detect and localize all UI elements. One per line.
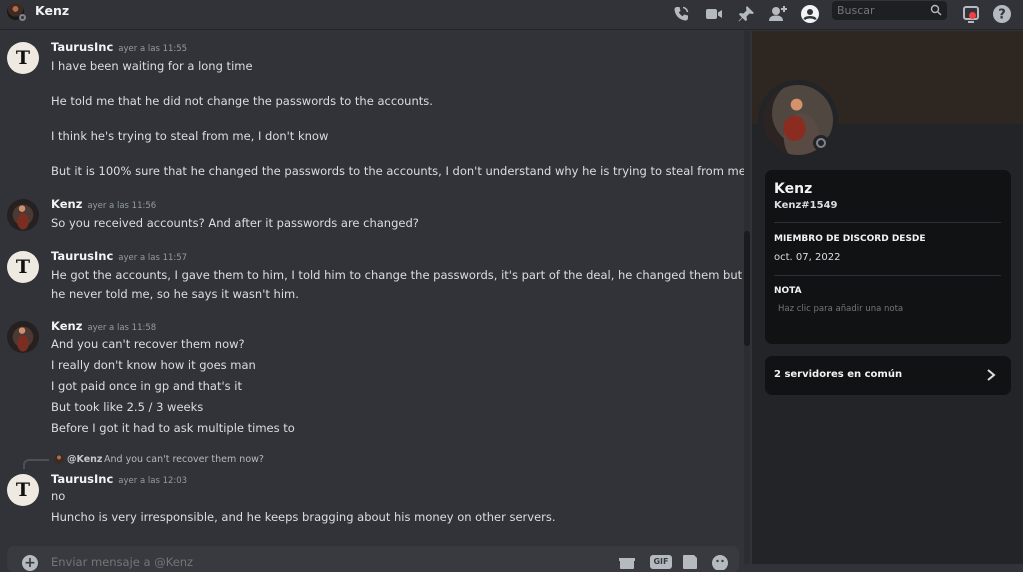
message-author[interactable]: TaurusInc bbox=[51, 472, 113, 486]
user-profile-icon[interactable] bbox=[800, 4, 820, 24]
help-icon[interactable]: ? bbox=[992, 4, 1012, 24]
reply-author[interactable]: @Kenz bbox=[67, 454, 102, 465]
message-text: But took like 2.5 / 3 weeks bbox=[51, 400, 204, 414]
message-input[interactable] bbox=[51, 555, 351, 569]
status-offline-icon bbox=[813, 135, 829, 151]
notification-badge bbox=[969, 12, 976, 19]
message-author[interactable]: TaurusInc bbox=[51, 40, 113, 54]
gif-picker-icon[interactable]: GIF bbox=[650, 555, 672, 569]
user-profile-panel: Kenz Kenz#1549 MIEMBRO DE DISCORD DESDE … bbox=[752, 31, 1023, 564]
sticker-icon[interactable] bbox=[681, 554, 699, 570]
add-friends-to-dm-icon[interactable] bbox=[768, 4, 788, 24]
avatar[interactable]: T bbox=[7, 251, 39, 283]
search-box[interactable] bbox=[832, 1, 947, 20]
message-text: And you can't recover them now? bbox=[51, 337, 245, 351]
dm-title: Kenz bbox=[35, 3, 70, 18]
message-text: But it is 100% sure that he changed the … bbox=[51, 164, 744, 178]
avatar[interactable]: T bbox=[7, 474, 39, 506]
message-author[interactable]: TaurusInc bbox=[51, 249, 113, 263]
message-text: I really don't know how it goes man bbox=[51, 358, 256, 372]
mutual-servers-label: 2 servidores en común bbox=[774, 369, 903, 380]
profile-info-card: Kenz Kenz#1549 MIEMBRO DE DISCORD DESDE … bbox=[765, 170, 1011, 344]
message-timestamp: ayer a las 11:55 bbox=[118, 44, 188, 54]
message-text: I got paid once in gp and that's it bbox=[51, 379, 242, 393]
profile-display-name: Kenz bbox=[774, 181, 813, 197]
emoji-icon[interactable] bbox=[711, 554, 729, 570]
channel-header: Kenz ? bbox=[0, 0, 1023, 30]
message-timestamp: ayer a las 11:57 bbox=[118, 253, 188, 263]
add-attachment-icon[interactable]: + bbox=[22, 555, 38, 571]
pinned-messages-icon[interactable] bbox=[736, 4, 756, 24]
voice-call-icon[interactable] bbox=[671, 4, 691, 24]
scrollbar-thumb[interactable] bbox=[744, 231, 750, 346]
message-author[interactable]: Kenz bbox=[51, 197, 82, 211]
message-text: no bbox=[51, 489, 66, 503]
chevron-right-icon bbox=[984, 367, 998, 383]
member-since-heading: MIEMBRO DE DISCORD DESDE bbox=[774, 234, 926, 244]
member-since-date: oct. 07, 2022 bbox=[774, 252, 841, 263]
divider bbox=[774, 222, 1001, 223]
message-text: Huncho is very irresponsible, and he kee… bbox=[51, 510, 556, 524]
message-text: I have been waiting for a long time bbox=[51, 59, 253, 73]
avatar[interactable]: T bbox=[7, 42, 39, 74]
message-timestamp: ayer a las 12:03 bbox=[118, 476, 188, 486]
avatar[interactable] bbox=[7, 199, 39, 231]
status-offline-icon bbox=[19, 14, 26, 21]
message-text: he never told me, so he says it wasn't h… bbox=[51, 287, 299, 301]
message-text: He got the accounts, I gave them to him,… bbox=[51, 268, 743, 282]
gift-icon[interactable] bbox=[618, 554, 636, 570]
message-text: Before I got it had to ask multiple time… bbox=[51, 421, 295, 435]
mutual-servers-button[interactable]: 2 servidores en común bbox=[765, 356, 1011, 395]
search-input[interactable] bbox=[837, 4, 917, 17]
reply-connector bbox=[23, 459, 49, 469]
video-call-icon[interactable] bbox=[704, 4, 724, 24]
profile-username: Kenz#1549 bbox=[774, 200, 838, 211]
message-text: So you received accounts? And after it p… bbox=[51, 216, 419, 230]
message-timestamp: ayer a las 11:56 bbox=[87, 201, 157, 211]
reply-preview[interactable]: And you can't recover them now? bbox=[104, 454, 264, 465]
message-timestamp: ayer a las 11:58 bbox=[87, 323, 157, 333]
message-list[interactable]: T TaurusInc ayer a las 11:55 I have been … bbox=[0, 31, 744, 564]
divider bbox=[774, 275, 1001, 276]
avatar[interactable] bbox=[7, 321, 39, 353]
message-author[interactable]: Kenz bbox=[51, 319, 82, 333]
message-text: He told me that he did not change the pa… bbox=[51, 94, 433, 108]
message-composer[interactable]: + GIF bbox=[7, 546, 739, 572]
note-heading: NOTA bbox=[774, 286, 802, 296]
svg-text:?: ? bbox=[998, 8, 1006, 23]
search-icon bbox=[930, 4, 942, 16]
reply-avatar bbox=[54, 454, 64, 464]
message-text: I think he's trying to steal from me, I … bbox=[51, 129, 329, 143]
note-input[interactable] bbox=[774, 304, 1002, 314]
